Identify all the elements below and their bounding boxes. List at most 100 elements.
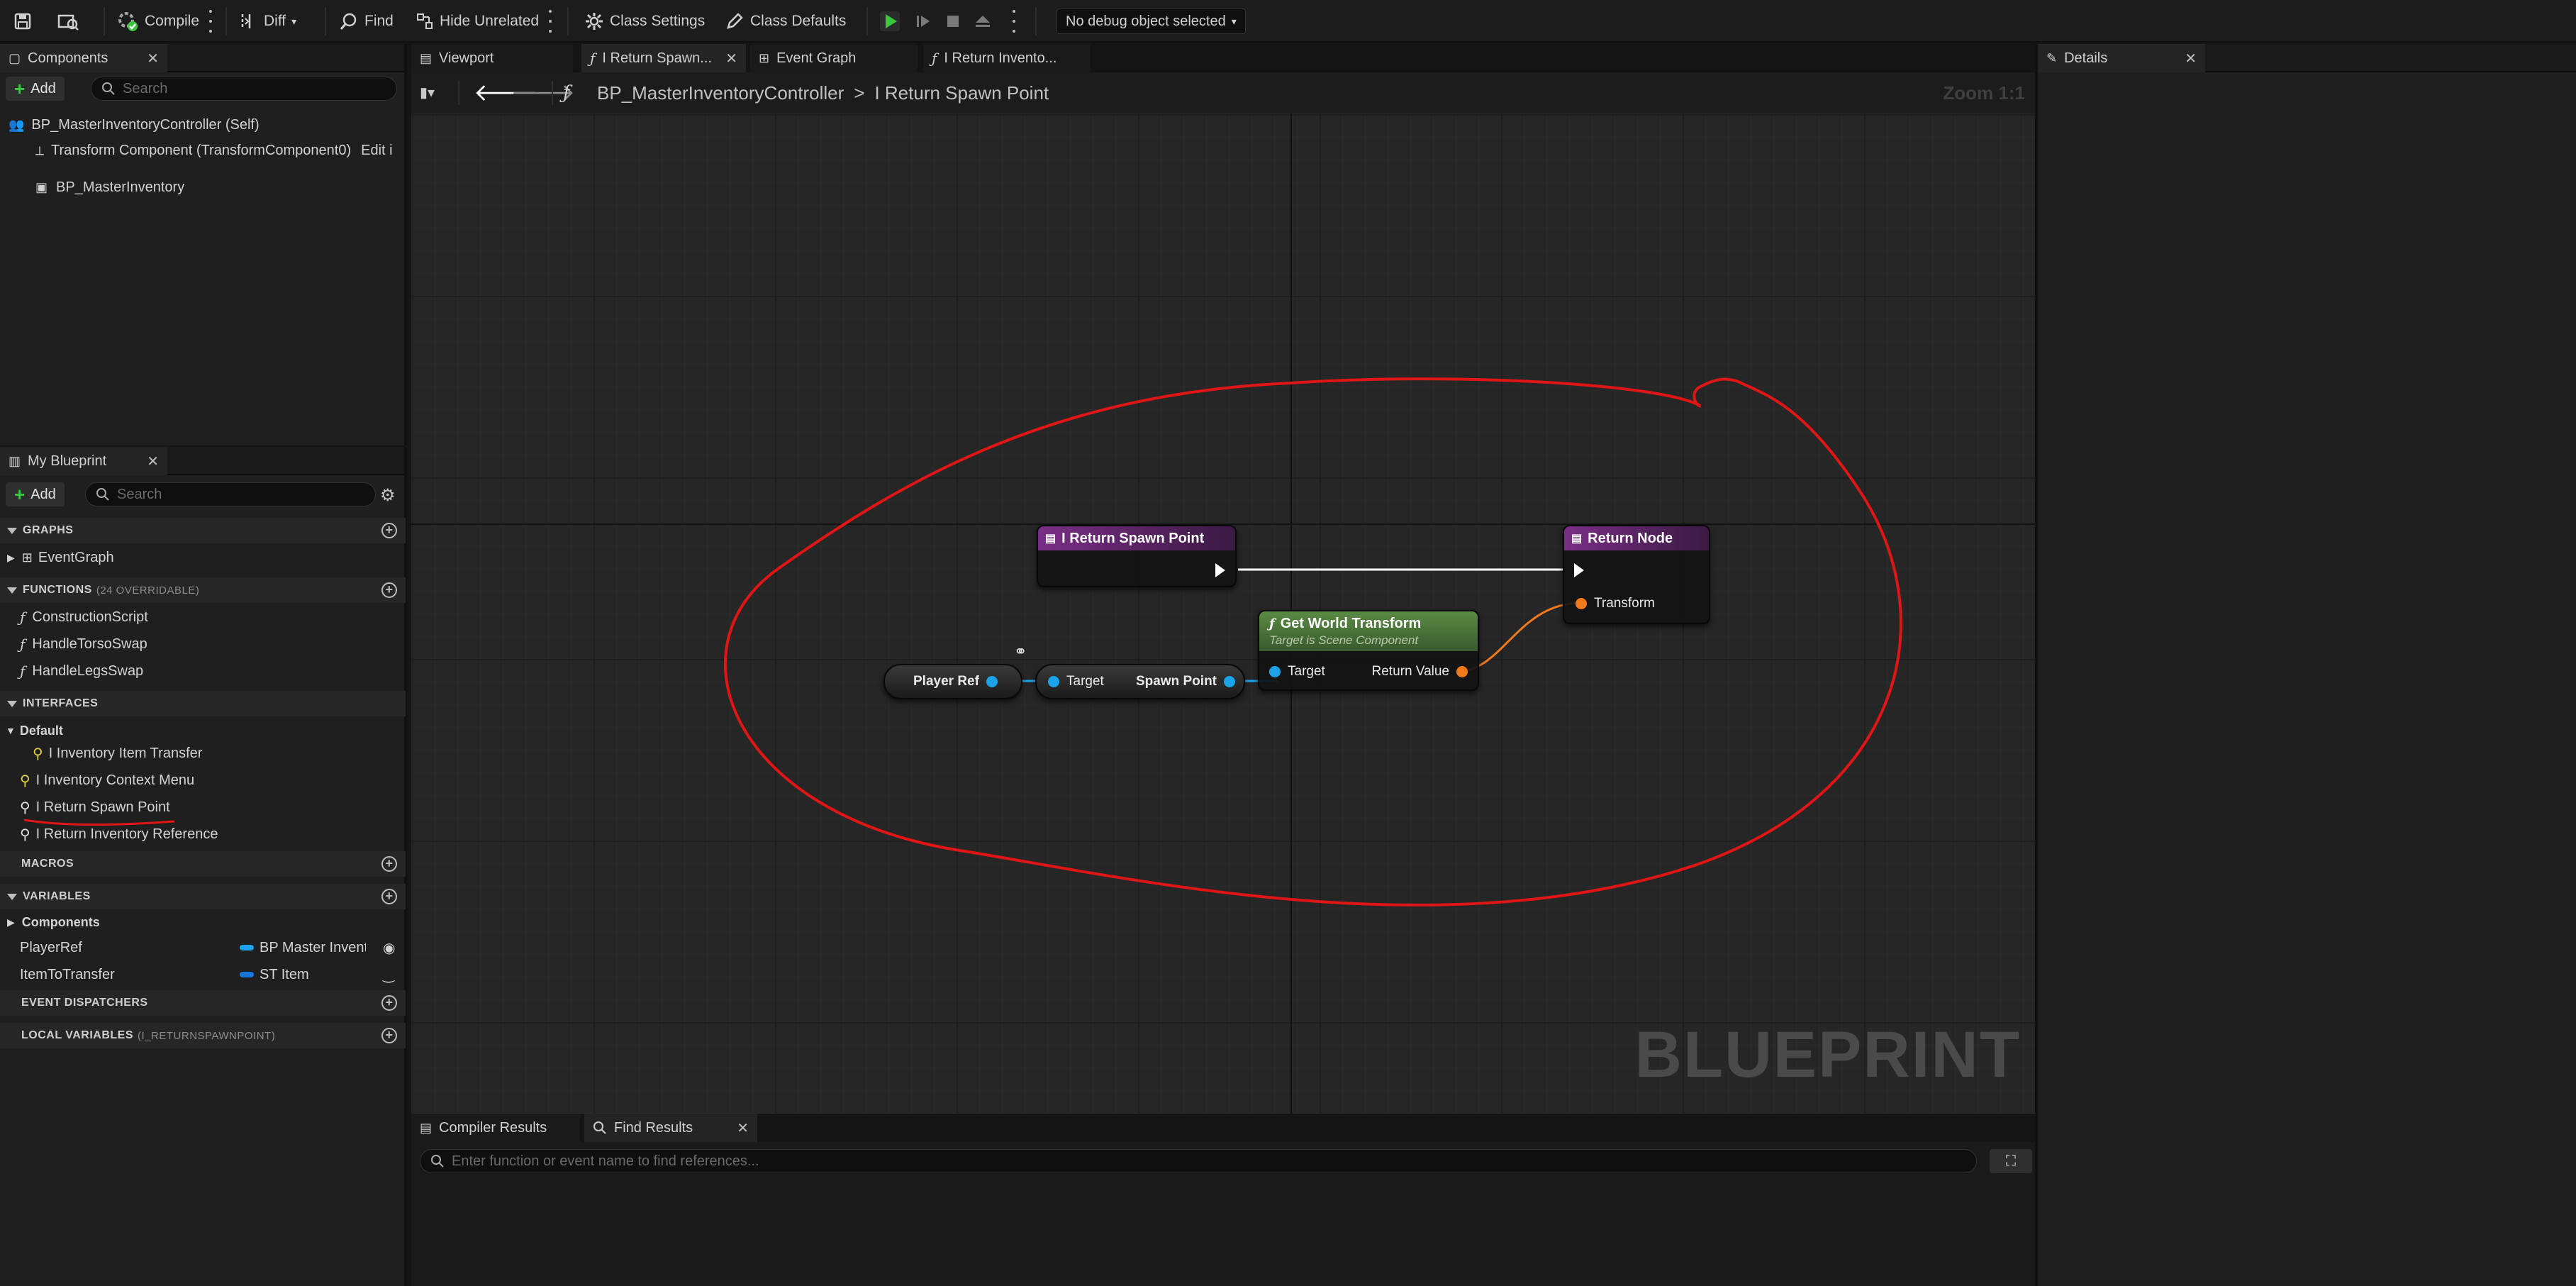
graph-canvas[interactable]: ▤ I Return Spawn Point ▤ Return Node Tra… xyxy=(411,113,2035,1114)
function-item[interactable]: ƒ ConstructionScript xyxy=(20,604,148,630)
variable-item-itemtotransfer[interactable]: ItemToTransfer ST Item ‿ xyxy=(20,962,407,987)
gwt-return-pin[interactable]: Return Value xyxy=(1372,664,1468,680)
close-icon[interactable]: ✕ xyxy=(147,453,159,470)
player-ref-getter-node[interactable]: Player Ref xyxy=(883,664,1022,699)
eye-icon[interactable]: ◉ xyxy=(383,939,395,957)
components-tab-label: Components xyxy=(28,50,108,66)
functions-category[interactable]: FUNCTIONS (24 OVERRIDABLE) + xyxy=(0,577,406,603)
tab-return-spawn-point[interactable]: ƒ I Return Spawn... ✕ xyxy=(581,44,746,72)
add-local-variable-icon[interactable]: + xyxy=(381,1028,397,1043)
dispatchers-category[interactable]: EVENT DISPATCHERS + xyxy=(0,990,406,1016)
my-blueprint-add-button[interactable]: + Add xyxy=(6,482,65,506)
macros-category[interactable]: MACROS + xyxy=(0,851,406,877)
graph-item-eventgraph[interactable]: ▶ ⊞ EventGraph xyxy=(7,545,114,570)
find-references-input[interactable]: Enter function or event name to find ref… xyxy=(420,1149,1977,1173)
stop-icon[interactable] xyxy=(943,6,963,37)
tab-return-inventory[interactable]: ƒ I Return Invento... xyxy=(923,44,1091,72)
add-variable-icon[interactable]: + xyxy=(381,889,397,904)
close-icon[interactable]: ✕ xyxy=(2185,50,2197,67)
play-options-icon[interactable] xyxy=(1011,10,1017,33)
components-search-placeholder: Search xyxy=(123,80,168,96)
browse-icon[interactable] xyxy=(57,6,79,37)
add-function-icon[interactable]: + xyxy=(381,582,397,598)
compile-label: Compile xyxy=(145,13,200,29)
search-icon xyxy=(96,488,109,501)
tab-viewport[interactable]: ▤ Viewport xyxy=(411,44,573,72)
add-graph-icon[interactable]: + xyxy=(381,523,397,538)
component-transform-label: Transform Component (TransformComponent0… xyxy=(51,142,352,158)
binoculars-icon: ⛶ xyxy=(2006,1153,2016,1169)
compile-button[interactable]: Compile xyxy=(116,6,199,37)
class-defaults-button[interactable]: Class Defaults xyxy=(725,6,846,37)
exec-input-pin[interactable] xyxy=(1574,563,1584,577)
debug-object-select[interactable]: No debug object selected ▾ xyxy=(1056,9,1246,34)
compile-options-icon[interactable] xyxy=(208,10,213,33)
find-in-all-blueprints-button[interactable]: ⛶ xyxy=(1990,1149,2032,1173)
class-settings-button[interactable]: Class Settings xyxy=(584,6,705,37)
player-ref-label: Player Ref xyxy=(913,674,979,689)
collapse-right-icon: ▶ xyxy=(7,551,15,563)
play-button[interactable] xyxy=(879,6,901,37)
variable-name: ItemToTransfer xyxy=(20,966,115,982)
transform-input-pin[interactable]: Transform xyxy=(1576,596,1655,611)
close-icon[interactable]: ✕ xyxy=(725,50,737,67)
components-add-button[interactable]: + Add xyxy=(6,77,65,101)
interface-item[interactable]: ⚲ I Inventory Context Menu xyxy=(20,767,194,793)
tab-event-graph-label: Event Graph xyxy=(776,50,857,66)
tab-event-graph[interactable]: ⊞ Event Graph xyxy=(750,44,918,72)
tab-compiler-results[interactable]: ▤ Compiler Results xyxy=(411,1114,580,1142)
variables-components-group[interactable]: ▶ Components xyxy=(0,909,100,935)
object-pin-icon xyxy=(1048,676,1059,687)
gear-icon[interactable]: ⚙ xyxy=(380,485,396,506)
variable-item-playerref[interactable]: PlayerRef BP Master Invento ◉ xyxy=(20,935,407,960)
step-icon[interactable] xyxy=(913,6,933,37)
interfaces-category[interactable]: INTERFACES xyxy=(0,691,406,716)
player-ref-output-pin[interactable]: Player Ref xyxy=(913,674,998,689)
spawn-point-getter-node[interactable]: Target Spawn Point xyxy=(1035,664,1245,699)
interface-item[interactable]: ⚲ I Inventory Item Transfer xyxy=(33,741,202,766)
spawn-target-pin[interactable]: Target xyxy=(1048,674,1104,689)
components-tab[interactable]: ▢ Components ✕ xyxy=(0,44,167,72)
component-child[interactable]: ▣ BP_MasterInventory xyxy=(35,174,184,200)
spawn-point-output-pin[interactable]: Spawn Point xyxy=(1136,674,1235,689)
edit-in-cpp-link[interactable]: Edit i xyxy=(361,143,392,159)
hide-unrelated-label: Hide Unrelated xyxy=(440,13,540,29)
variable-type-pill-icon xyxy=(240,945,254,950)
plus-icon: + xyxy=(14,78,26,99)
local-variables-category[interactable]: LOCAL VARIABLES (I_RETURNSPAWNPOINT) + xyxy=(0,1023,406,1048)
eye-closed-icon[interactable]: ‿ xyxy=(383,966,394,984)
details-tab[interactable]: ✎ Details ✕ xyxy=(2038,44,2205,72)
graph-wires xyxy=(723,377,1902,907)
breadcrumb-root[interactable]: BP_MasterInventoryController xyxy=(597,82,844,104)
components-search-input[interactable]: Search xyxy=(91,77,397,101)
save-icon[interactable] xyxy=(13,6,33,37)
book-icon: ▥ xyxy=(9,453,21,468)
hide-unrelated-button[interactable]: Hide Unrelated xyxy=(416,6,539,37)
transform-icon: ⟂ xyxy=(35,143,45,157)
function-item[interactable]: ƒ HandleLegsSwap xyxy=(20,658,143,684)
tab-viewport-label: Viewport xyxy=(439,50,494,66)
eject-icon[interactable] xyxy=(973,6,993,37)
tab-find-results[interactable]: Find Results ✕ xyxy=(584,1114,757,1142)
add-dispatcher-icon[interactable]: + xyxy=(381,995,397,1011)
bookmark-icon[interactable]: ▮▾ xyxy=(420,84,435,101)
add-macro-icon[interactable]: + xyxy=(381,856,397,872)
return-node[interactable]: ▤ Return Node Transform xyxy=(1563,525,1710,624)
component-transform[interactable]: ⟂ Transform Component (TransformComponen… xyxy=(35,138,404,163)
close-icon[interactable]: ✕ xyxy=(147,50,159,67)
find-button[interactable]: Find xyxy=(339,6,394,37)
function-item[interactable]: ƒ HandleTorsoSwap xyxy=(20,631,147,657)
component-root[interactable]: 👥 BP_MasterInventoryController (Self) xyxy=(9,112,260,138)
my-blueprint-tab[interactable]: ▥ My Blueprint ✕ xyxy=(0,447,167,475)
close-icon[interactable]: ✕ xyxy=(737,1119,749,1137)
variables-category[interactable]: VARIABLES + xyxy=(0,884,406,909)
gwt-target-pin[interactable]: Target xyxy=(1269,664,1325,680)
hide-unrelated-options-icon[interactable] xyxy=(547,10,553,33)
diff-button[interactable]: Diff ▾ xyxy=(238,6,296,37)
graphs-category[interactable]: GRAPHS + xyxy=(0,518,406,543)
get-world-transform-node[interactable]: ƒ Get World Transform Target is Scene Co… xyxy=(1258,610,1479,691)
function-entry-node[interactable]: ▤ I Return Spawn Point xyxy=(1037,525,1237,587)
interfaces-default-group[interactable]: ▼ Default xyxy=(0,718,63,743)
exec-output-pin[interactable] xyxy=(1215,563,1225,577)
my-blueprint-search-input[interactable]: Search xyxy=(85,482,376,506)
